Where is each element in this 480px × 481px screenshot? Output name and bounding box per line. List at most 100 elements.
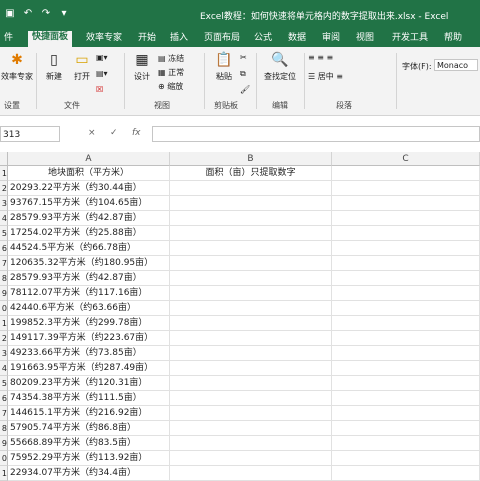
cell-b[interactable] [170,271,332,286]
tab-view[interactable]: 视图 [352,32,378,45]
cell-a[interactable]: 49233.66平方米（约73.85亩） [8,346,170,361]
freeze-button[interactable]: ▤ 冻结 [158,53,184,64]
font-select[interactable]: Monaco [434,59,478,71]
cell-a[interactable]: 149117.39平方米（约223.67亩） [8,331,170,346]
format-painter-icon[interactable]: 🖌 [240,85,250,94]
cell-b[interactable] [170,211,332,226]
cell-a[interactable]: 22934.07平方米（约34.4亩） [8,466,170,481]
cell-c[interactable] [332,361,480,376]
cell-a[interactable]: 191663.95平方米（约287.49亩） [8,361,170,376]
row-number[interactable]: 1 [0,166,8,181]
row-number[interactable]: 6 [0,391,8,406]
column-header-c[interactable]: C [332,152,480,166]
cell-b[interactable] [170,331,332,346]
tab-efficiency[interactable]: 效率专家 [82,32,126,45]
cell-a[interactable]: 57905.74平方米（约86.8亩） [8,421,170,436]
save-small-icon[interactable]: ▣▾ [96,53,108,62]
copy-icon[interactable]: ⧉ [240,69,246,79]
row-number[interactable]: 9 [0,436,8,451]
cell-b[interactable] [170,256,332,271]
new-button[interactable]: ▯ 新建 [40,51,68,82]
cell-b[interactable] [170,406,332,421]
cell-c[interactable] [332,376,480,391]
cell-b[interactable] [170,181,332,196]
cell-b[interactable] [170,451,332,466]
cell-c[interactable] [332,301,480,316]
cell-a[interactable]: 地块面积（平方米） [8,166,170,181]
cell-a[interactable]: 80209.23平方米（约120.31亩） [8,376,170,391]
row-number[interactable]: 3 [0,196,8,211]
tab-review[interactable]: 审阅 [318,32,344,45]
function-icon[interactable]: fx [132,128,141,138]
cell-c[interactable] [332,436,480,451]
open-button[interactable]: ▭ 打开 [68,51,96,82]
cell-c[interactable] [332,466,480,481]
cell-a[interactable]: 20293.22平方米（约30.44亩） [8,181,170,196]
cell-a[interactable]: 120635.32平方米（约180.95亩） [8,256,170,271]
efficiency-expert-button[interactable]: ✱ 效率专家 [0,51,34,82]
row-number[interactable]: 7 [0,256,8,271]
cancel-icon[interactable]: × [88,128,96,138]
cell-b[interactable] [170,241,332,256]
cell-a[interactable]: 74354.38平方米（约111.5亩） [8,391,170,406]
cell-c[interactable] [332,241,480,256]
cell-c[interactable] [332,346,480,361]
row-number[interactable]: 2 [0,331,8,346]
zoom-button[interactable]: ⊕ 缩放 [158,81,183,92]
cell-b[interactable] [170,466,332,481]
design-button[interactable]: ▦ 设计 [128,51,156,82]
cell-c[interactable] [332,256,480,271]
tab-page-layout[interactable]: 页面布局 [200,32,244,45]
cell-c[interactable] [332,316,480,331]
cell-b[interactable] [170,286,332,301]
name-box[interactable]: 313 [0,126,60,142]
cell-a[interactable]: 75952.29平方米（约113.92亩） [8,451,170,466]
cell-b[interactable] [170,421,332,436]
formula-input[interactable] [152,126,480,142]
align-top-icon[interactable]: ≡ ≡ ≡ [308,53,333,62]
cell-c[interactable] [332,226,480,241]
cell-a[interactable]: 55668.89平方米（约83.5亩） [8,436,170,451]
cell-c[interactable] [332,181,480,196]
redo-icon[interactable]: ↷ [40,8,52,20]
cell-c[interactable] [332,421,480,436]
tab-home[interactable]: 开始 [134,32,160,45]
cell-a[interactable]: 144615.1平方米（约216.92亩） [8,406,170,421]
cell-b[interactable]: 面积（亩）只提取数字 [170,166,332,181]
tab-help[interactable]: 帮助 [440,32,466,45]
center-button[interactable]: 居中 [318,72,334,81]
row-number[interactable]: 4 [0,361,8,376]
print-small-icon[interactable]: ▤▾ [96,69,108,78]
save-icon[interactable]: ▣ [4,8,16,20]
cell-c[interactable] [332,286,480,301]
cell-c[interactable] [332,451,480,466]
row-number[interactable]: 8 [0,421,8,436]
row-number[interactable]: 1 [0,466,8,481]
tab-insert[interactable]: 插入 [166,32,192,45]
cell-b[interactable] [170,436,332,451]
cell-b[interactable] [170,376,332,391]
customize-icon[interactable]: ▾ [58,8,70,20]
cell-b[interactable] [170,226,332,241]
normal-button[interactable]: ▦ 正常 [158,67,184,78]
row-number[interactable]: 5 [0,226,8,241]
tab-data[interactable]: 数据 [284,32,310,45]
cell-c[interactable] [332,391,480,406]
cell-c[interactable] [332,196,480,211]
cell-b[interactable] [170,391,332,406]
find-button[interactable]: 🔍 查找定位 [260,51,300,82]
cell-b[interactable] [170,196,332,211]
column-header-a[interactable]: A [8,152,170,166]
cell-a[interactable]: 78112.07平方米（约117.16亩） [8,286,170,301]
cell-b[interactable] [170,301,332,316]
cell-c[interactable] [332,406,480,421]
cell-a[interactable]: 44524.5平方米（约66.78亩） [8,241,170,256]
cut-icon[interactable]: ✂ [240,53,247,62]
confirm-icon[interactable]: ✓ [110,128,118,138]
cell-b[interactable] [170,316,332,331]
cell-a[interactable]: 17254.02平方米（约25.88亩） [8,226,170,241]
cell-a[interactable]: 42440.6平方米（约63.66亩） [8,301,170,316]
undo-icon[interactable]: ↶ [22,8,34,20]
row-number[interactable]: 8 [0,271,8,286]
row-number[interactable]: 4 [0,211,8,226]
